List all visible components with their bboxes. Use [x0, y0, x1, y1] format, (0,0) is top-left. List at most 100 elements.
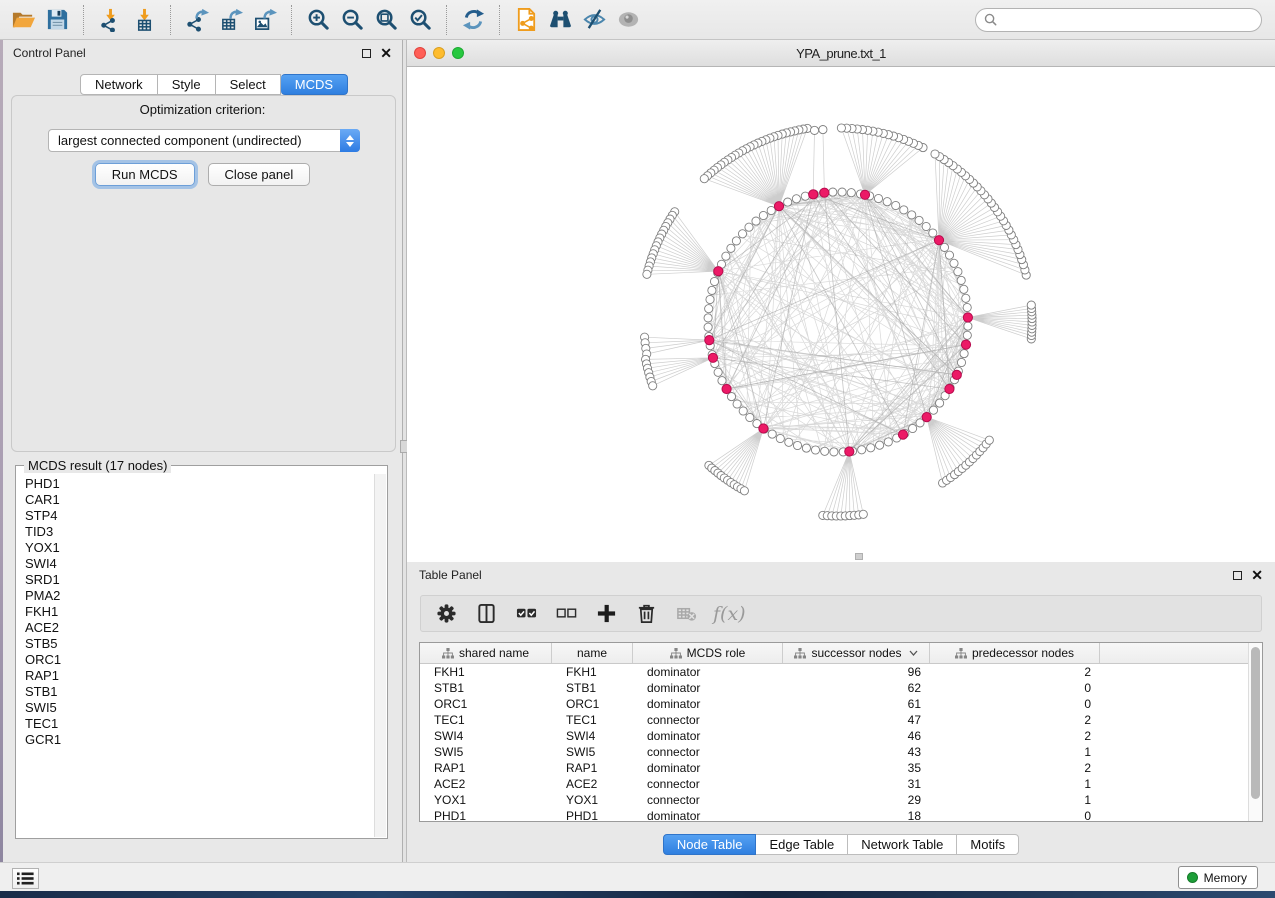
float-panel-icon[interactable] [362, 49, 371, 58]
application-window: Control Panel ✕ NetworkStyleSelectMCDS O… [0, 0, 1275, 898]
tab-motifs[interactable]: Motifs [957, 834, 1019, 855]
tab-network-table[interactable]: Network Table [848, 834, 957, 855]
horizontal-splitter-grip[interactable] [855, 553, 863, 560]
task-history-button[interactable] [12, 868, 39, 889]
open-file-button[interactable] [6, 4, 40, 36]
table-row[interactable]: ORC1ORC1dominator610 [420, 696, 1262, 712]
table-row[interactable]: FKH1FKH1dominator962 [420, 664, 1262, 680]
result-node[interactable]: RAP1 [25, 668, 374, 684]
result-node[interactable]: PHD1 [25, 476, 374, 492]
result-node[interactable]: STP4 [25, 508, 374, 524]
cell-predecessor_nodes: 0 [930, 808, 1100, 822]
tab-mcds[interactable]: MCDS [281, 74, 348, 95]
column-header-predecessor-nodes[interactable]: predecessor nodes [930, 643, 1100, 663]
import-table-button[interactable] [127, 4, 161, 36]
deselect-all-button[interactable] [553, 601, 579, 627]
result-node[interactable]: ORC1 [25, 652, 374, 668]
search-network-button[interactable] [543, 4, 577, 36]
maximize-window-icon[interactable] [452, 47, 464, 59]
result-node[interactable]: CAR1 [25, 492, 374, 508]
mcds-result-box: MCDS result (17 nodes) PHD1CAR1STP4TID3Y… [15, 465, 388, 839]
export-image-button[interactable] [248, 4, 282, 36]
result-node[interactable]: PMA2 [25, 588, 374, 604]
import-network-button[interactable] [93, 4, 127, 36]
zoom-selected-button[interactable] [403, 4, 437, 36]
table-row[interactable]: RAP1RAP1dominator352 [420, 760, 1262, 776]
result-node[interactable]: SRD1 [25, 572, 374, 588]
table-row[interactable]: SWI5SWI5connector431 [420, 744, 1262, 760]
result-node[interactable]: SWI4 [25, 556, 374, 572]
table-row[interactable]: TEC1TEC1connector472 [420, 712, 1262, 728]
delete-column-button[interactable] [633, 601, 659, 627]
refresh-layout-button[interactable] [456, 4, 490, 36]
toolbar-separator [83, 5, 84, 35]
hide-selected-icon [582, 7, 607, 32]
result-node[interactable]: ACE2 [25, 620, 374, 636]
tab-edge-table[interactable]: Edge Table [756, 834, 848, 855]
annotation-share-button[interactable] [509, 4, 543, 36]
network-canvas[interactable] [407, 67, 1275, 560]
cell-predecessor_nodes: 1 [930, 744, 1100, 760]
float-table-panel-icon[interactable] [1233, 571, 1242, 580]
run-mcds-button[interactable]: Run MCDS [95, 163, 195, 186]
minimize-window-icon[interactable] [433, 47, 445, 59]
result-node[interactable]: TID3 [25, 524, 374, 540]
table-panel: Table Panel ✕ f(x) shared namenameMCDS r… [407, 562, 1275, 862]
table-scrollbar[interactable] [1248, 643, 1262, 821]
column-header-name[interactable]: name [552, 643, 633, 663]
network-window-titlebar[interactable]: YPA_prune.txt_1 [407, 40, 1275, 67]
show-columns-button[interactable] [473, 601, 499, 627]
hide-selected-button[interactable] [577, 4, 611, 36]
close-panel-button[interactable]: Close panel [208, 163, 311, 186]
close-table-panel-icon[interactable]: ✕ [1251, 570, 1263, 580]
result-node[interactable]: TEC1 [25, 716, 374, 732]
optimization-criterion-select[interactable]: largest connected component (undirected) [48, 129, 360, 152]
tab-style[interactable]: Style [158, 74, 216, 95]
result-node[interactable]: YOX1 [25, 540, 374, 556]
zoom-out-button[interactable] [335, 4, 369, 36]
result-node[interactable]: GCR1 [25, 732, 374, 748]
table-row[interactable]: YOX1YOX1connector291 [420, 792, 1262, 808]
delete-table-button[interactable] [673, 601, 699, 627]
tab-select[interactable]: Select [216, 74, 281, 95]
show-all-button[interactable] [611, 4, 645, 36]
tab-network[interactable]: Network [80, 74, 158, 95]
result-node[interactable]: SWI5 [25, 700, 374, 716]
result-scrollbar[interactable] [374, 474, 386, 837]
result-node[interactable]: STB1 [25, 684, 374, 700]
result-node[interactable]: FKH1 [25, 604, 374, 620]
cell-predecessor_nodes: 1 [930, 792, 1100, 808]
toolbar-group [180, 4, 282, 36]
tab-node-table[interactable]: Node Table [663, 834, 757, 855]
table-row[interactable]: PHD1PHD1dominator180 [420, 808, 1262, 822]
cell-predecessor_nodes: 2 [930, 760, 1100, 776]
search-input[interactable] [1002, 11, 1261, 29]
column-header-MCDS-role[interactable]: MCDS role [633, 643, 783, 663]
close-window-icon[interactable] [414, 47, 426, 59]
cell-predecessor_nodes: 2 [930, 712, 1100, 728]
close-panel-icon[interactable]: ✕ [380, 48, 392, 58]
table-scrollbar-thumb[interactable] [1251, 647, 1260, 799]
column-header-successor-nodes[interactable]: successor nodes [783, 643, 930, 663]
add-column-button[interactable] [593, 601, 619, 627]
table-settings-button[interactable] [433, 601, 459, 627]
hierarchy-icon [442, 648, 454, 659]
column-header-shared-name[interactable]: shared name [420, 643, 552, 663]
network-graph[interactable] [407, 67, 1275, 560]
mcds-result-list[interactable]: PHD1CAR1STP4TID3YOX1SWI4SRD1PMA2FKH1ACE2… [17, 474, 374, 837]
zoom-fit-button[interactable] [369, 4, 403, 36]
export-network-button[interactable] [180, 4, 214, 36]
save-session-button[interactable] [40, 4, 74, 36]
select-all-button[interactable] [513, 601, 539, 627]
selected-option: largest connected component (undirected) [49, 133, 340, 148]
search-field[interactable] [975, 8, 1262, 32]
function-builder-button[interactable]: f(x) [713, 603, 746, 625]
zoom-in-button[interactable] [301, 4, 335, 36]
result-node[interactable]: STB5 [25, 636, 374, 652]
export-table-button[interactable] [214, 4, 248, 36]
table-row[interactable]: STB1STB1dominator620 [420, 680, 1262, 696]
table-row[interactable]: ACE2ACE2connector311 [420, 776, 1262, 792]
memory-button[interactable]: Memory [1178, 866, 1258, 889]
table-row[interactable]: SWI4SWI4dominator462 [420, 728, 1262, 744]
cell-mcds_role: dominator [633, 808, 783, 822]
